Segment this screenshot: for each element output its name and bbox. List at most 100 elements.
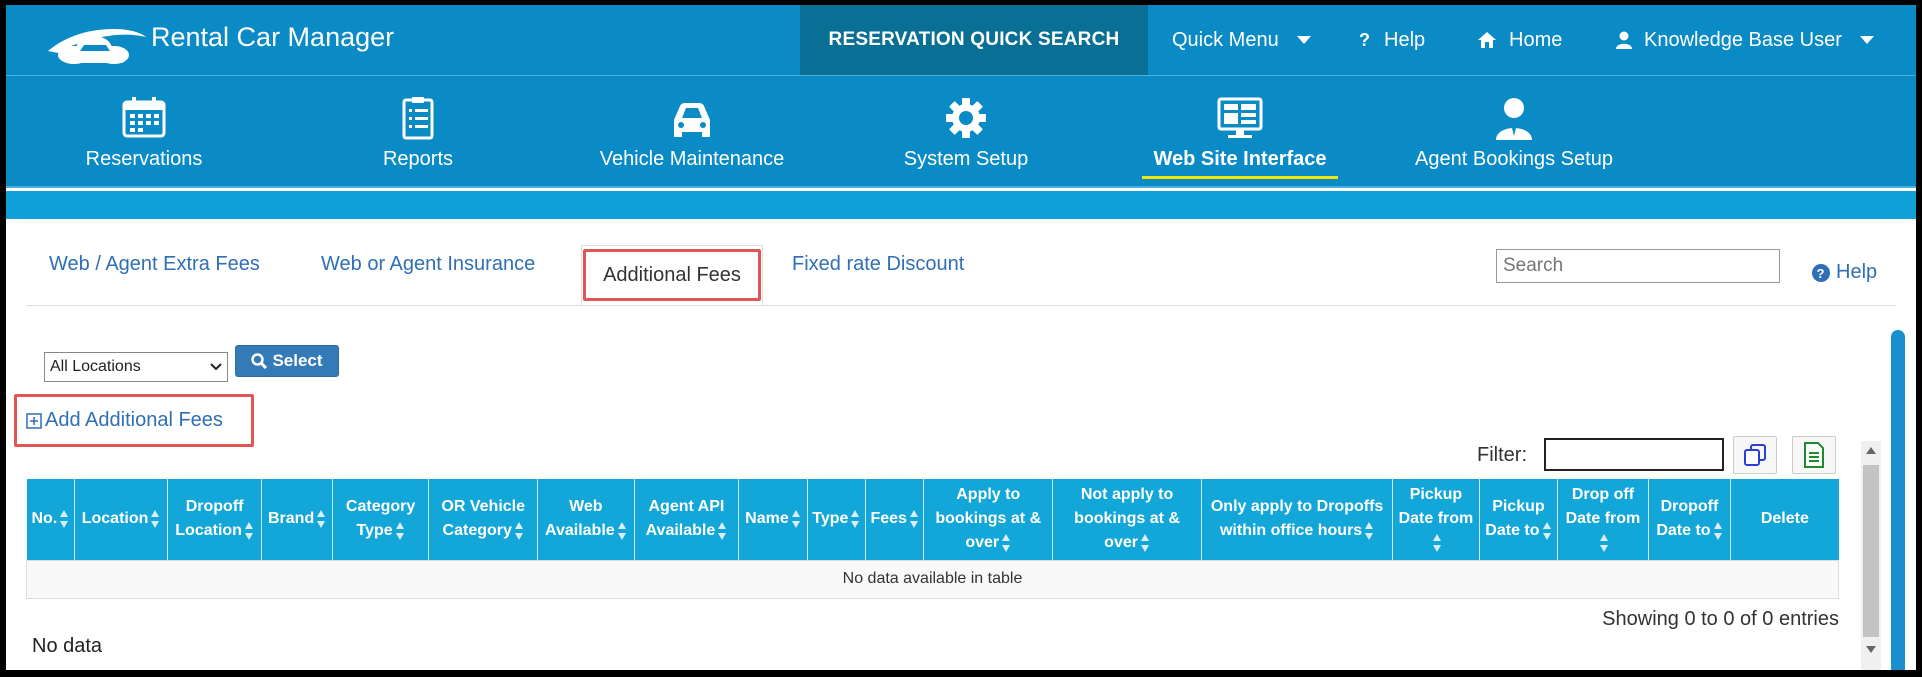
table-header-row: No. Location Dropoff Location Brand Cate… xyxy=(26,479,1839,560)
scroll-down-icon[interactable] xyxy=(1866,646,1876,653)
sort-icon xyxy=(151,508,160,530)
copy-icon xyxy=(1744,444,1766,466)
column-header[interactable]: Agent API Available xyxy=(634,479,740,560)
location-select[interactable]: All Locations xyxy=(44,352,228,382)
entries-info: Showing 0 to 0 of 0 entries xyxy=(1602,608,1839,630)
column-header[interactable]: Fees xyxy=(865,479,925,560)
no-data-text: No data xyxy=(32,635,103,657)
page-scrollbar[interactable] xyxy=(1891,330,1905,670)
column-header[interactable]: Drop off Date from xyxy=(1557,479,1649,560)
column-header[interactable]: Only apply to Dropoffs within office hou… xyxy=(1201,479,1394,560)
nav-label: Agent Bookings Setup xyxy=(1415,148,1613,170)
caret-down-icon xyxy=(1296,36,1311,44)
column-header[interactable]: Name xyxy=(738,479,808,560)
cloud-car-logo-icon[interactable] xyxy=(44,17,148,69)
select-button[interactable]: Select xyxy=(235,345,339,377)
add-additional-fees-link[interactable]: Add Additional Fees xyxy=(26,409,223,432)
question-circle-icon: ? xyxy=(1812,263,1830,282)
sort-icon xyxy=(1599,532,1609,554)
column-label: Type xyxy=(812,510,849,528)
column-label: OR Vehicle Category xyxy=(441,498,526,540)
sort-icon xyxy=(1542,520,1552,542)
column-label: Dropoff Location xyxy=(175,498,244,540)
search-input[interactable] xyxy=(1496,249,1780,283)
empty-table-message: No data available in table xyxy=(26,559,1839,599)
chevron-down-icon xyxy=(210,363,222,371)
column-header[interactable]: Type xyxy=(807,479,867,560)
nav-item-system-setup[interactable]: System Setup xyxy=(836,76,1096,186)
sort-icon xyxy=(60,508,69,530)
column-label: Name xyxy=(745,510,789,528)
header-stripe xyxy=(6,191,1916,219)
location-select-value: All Locations xyxy=(50,358,141,375)
column-header[interactable]: Location xyxy=(74,479,168,560)
column-label: Category Type xyxy=(345,498,416,540)
column-header[interactable]: Pickup Date to xyxy=(1479,479,1559,560)
export-button[interactable] xyxy=(1792,436,1836,474)
tabs-divider xyxy=(26,305,1896,306)
column-label: Web Available xyxy=(545,498,615,540)
sort-icon xyxy=(244,520,254,542)
nav-item-reservations[interactable]: Reservations xyxy=(14,76,274,186)
column-label: No. xyxy=(31,510,58,528)
sort-icon xyxy=(514,520,524,542)
column-header[interactable]: Dropoff Location xyxy=(167,479,263,560)
user-icon xyxy=(1616,31,1632,49)
column-header[interactable]: No. xyxy=(26,479,76,560)
copy-button[interactable] xyxy=(1733,436,1777,474)
column-header[interactable]: OR Vehicle Category xyxy=(428,479,539,560)
tab-fixed-rate-discount[interactable]: Fixed rate Discount xyxy=(792,253,964,276)
nav-label: Reservations xyxy=(85,148,203,170)
user-name: Knowledge Base User xyxy=(1644,28,1842,51)
nav-label: Reports xyxy=(382,148,454,170)
column-header[interactable]: Pickup Date from xyxy=(1392,479,1480,560)
column-label: Apply to bookings at & over xyxy=(935,486,1042,552)
help-link-label: Help xyxy=(1836,261,1878,283)
app-title[interactable]: Rental Car Manager xyxy=(151,22,394,53)
monitor-icon xyxy=(1217,97,1263,138)
column-header[interactable]: Not apply to bookings at & over xyxy=(1052,479,1203,560)
table-scrollbar-thumb[interactable] xyxy=(1863,465,1879,637)
column-header[interactable]: Category Type xyxy=(332,479,430,560)
help-top-link[interactable]: ? Help xyxy=(1358,5,1425,75)
user-menu-dropdown[interactable]: Knowledge Base User xyxy=(1616,5,1874,75)
home-icon xyxy=(1478,32,1496,48)
filter-input[interactable] xyxy=(1544,438,1724,471)
table-row: No data available in table xyxy=(26,559,1839,599)
sort-icon xyxy=(1365,520,1374,542)
column-header[interactable]: Dropoff Date to xyxy=(1648,479,1732,560)
nav-label: System Setup xyxy=(903,148,1029,170)
tab-additional-fees[interactable]: Additional Fees xyxy=(583,249,761,301)
fees-table: No. Location Dropoff Location Brand Cate… xyxy=(26,479,1839,599)
tab-web-agent-extra-fees[interactable]: Web / Agent Extra Fees xyxy=(49,253,260,276)
reservation-quick-search-button[interactable]: RESERVATION QUICK SEARCH xyxy=(800,5,1148,75)
nav-item-reports[interactable]: Reports xyxy=(288,76,548,186)
column-header[interactable]: Brand xyxy=(261,479,333,560)
nav-label: Web Site Interface xyxy=(1153,148,1327,170)
plus-square-icon xyxy=(26,412,42,429)
sort-icon xyxy=(909,508,919,530)
question-mark-icon: ? xyxy=(1359,30,1370,50)
filter-label: Filter: xyxy=(1477,444,1527,466)
active-nav-underline xyxy=(1142,176,1338,179)
column-label: Pickup Date from xyxy=(1398,486,1474,528)
nav-item-agent-bookings-setup[interactable]: Agent Bookings Setup xyxy=(1384,76,1644,186)
nav-item-vehicle-maintenance[interactable]: Vehicle Maintenance xyxy=(562,76,822,186)
tab-web-or-agent-insurance[interactable]: Web or Agent Insurance xyxy=(321,253,535,276)
help-link[interactable]: ? Help xyxy=(1812,261,1877,284)
app-window: Rental Car Manager RESERVATION QUICK SEA… xyxy=(6,5,1916,670)
quick-menu-label: Quick Menu xyxy=(1172,28,1279,51)
column-header[interactable]: Apply to bookings at & over xyxy=(923,479,1054,560)
scroll-up-icon[interactable] xyxy=(1866,447,1876,454)
svg-text:?: ? xyxy=(1359,30,1370,50)
column-label: Dropoff Date to xyxy=(1656,498,1719,540)
clipboard-icon xyxy=(402,97,434,140)
column-header[interactable]: Web Available xyxy=(537,479,635,560)
nav-item-web-site-interface[interactable]: Web Site Interface xyxy=(1110,76,1370,186)
home-link[interactable]: Home xyxy=(1477,5,1562,75)
sort-icon xyxy=(395,520,405,542)
select-button-label: Select xyxy=(272,351,323,370)
car-icon xyxy=(674,103,710,137)
quick-menu-dropdown[interactable]: Quick Menu xyxy=(1172,5,1311,75)
column-label: Only apply to Dropoffs within office hou… xyxy=(1210,498,1384,540)
